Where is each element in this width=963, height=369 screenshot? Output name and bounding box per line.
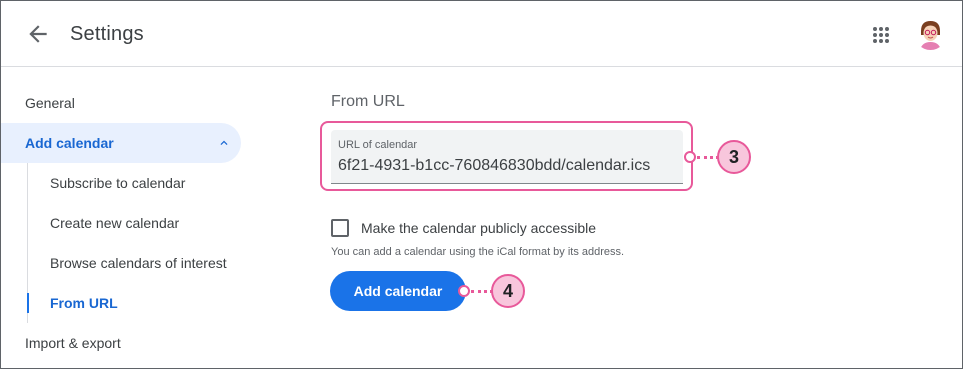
settings-window: Settings General Add calendar Subscribe … [0, 0, 963, 369]
callout-connector [471, 290, 493, 293]
callout-connector [697, 156, 719, 159]
back-button[interactable] [25, 21, 51, 47]
sidebar-item-from-url[interactable]: From URL [50, 283, 118, 323]
apps-grid-icon [873, 27, 889, 43]
sidebar-item-label: General [25, 95, 75, 111]
add-calendar-button[interactable]: Add calendar [330, 271, 466, 311]
sidebar-item-add-calendar[interactable]: Add calendar [1, 123, 241, 163]
main-content: From URL URL of calendar 6f21-4931-b1cc-… [320, 67, 961, 368]
callout-badge-4: 4 [491, 274, 525, 308]
callout-anchor-dot [458, 285, 470, 297]
arrow-left-icon [29, 25, 47, 43]
public-access-checkbox[interactable] [331, 219, 349, 237]
callout-number: 4 [502, 280, 513, 301]
callout-badge-3: 3 [717, 140, 751, 174]
page-title: Settings [70, 23, 144, 45]
url-input-label: URL of calendar [338, 139, 418, 151]
sidebar-item-general[interactable]: General [25, 83, 75, 123]
sidebar-item-label: From URL [50, 295, 118, 311]
callout-anchor-dot [684, 151, 696, 163]
chevron-up-icon [220, 140, 228, 145]
public-access-label: Make the calendar publicly accessible [361, 220, 597, 236]
sidebar-item-browse[interactable]: Browse calendars of interest [50, 243, 227, 283]
submenu-active-indicator [27, 293, 29, 313]
user-avatar-icon [914, 17, 947, 50]
sidebar-item-label: Create new calendar [50, 215, 180, 231]
sidebar-item-label: Add calendar [25, 135, 114, 151]
settings-sidebar: General Add calendar Subscribe to calend… [1, 67, 261, 368]
sidebar-item-label: Browse calendars of interest [50, 255, 227, 271]
sidebar-item-import-export[interactable]: Import & export [25, 323, 121, 363]
header-bar: Settings [1, 1, 962, 67]
sidebar-item-create-new[interactable]: Create new calendar [50, 203, 179, 243]
url-input-value: 6f21-4931-b1cc-760846830bdd/calendar.ics [338, 157, 651, 174]
url-field-highlight: URL of calendar 6f21-4931-b1cc-760846830… [320, 121, 693, 191]
callout-number: 3 [728, 146, 739, 167]
account-avatar[interactable] [914, 17, 947, 50]
apps-button[interactable] [869, 23, 893, 47]
sidebar-item-label: Subscribe to calendar [50, 175, 186, 191]
section-title: From URL [331, 93, 405, 110]
url-input[interactable]: URL of calendar 6f21-4931-b1cc-760846830… [331, 130, 683, 184]
sidebar-item-subscribe[interactable]: Subscribe to calendar [50, 163, 185, 203]
sidebar-item-label: Import & export [25, 335, 121, 351]
helper-text: You can add a calendar using the iCal fo… [331, 246, 625, 258]
